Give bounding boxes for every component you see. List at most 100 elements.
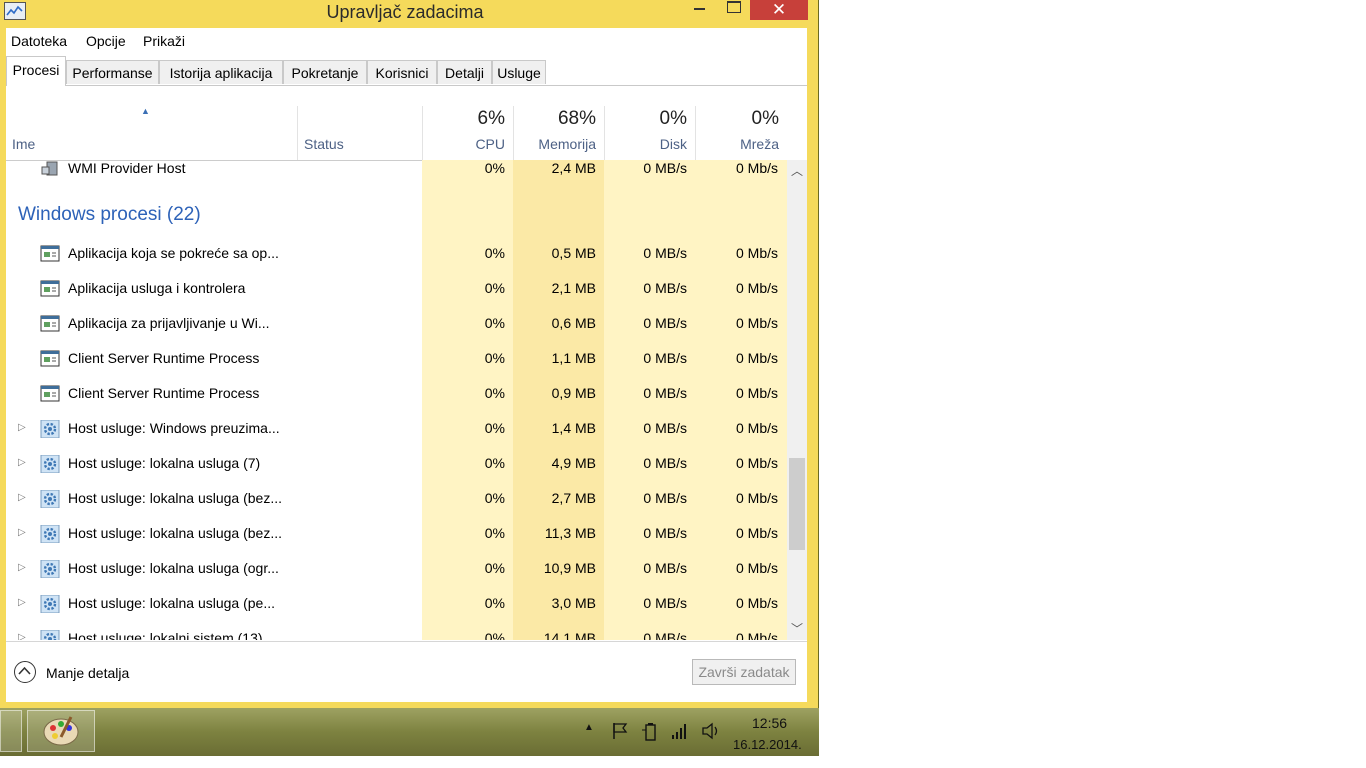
process-disk: 0 MB/s <box>643 385 687 401</box>
clock-date[interactable]: 16.12.2014. <box>733 737 802 752</box>
taskbar-paint-button[interactable] <box>27 710 95 752</box>
client-area: Datoteka Opcije Prikaži Procesi Performa… <box>6 28 807 702</box>
gear-icon <box>40 454 60 474</box>
process-disk: 0 MB/s <box>643 595 687 611</box>
process-disk: 0 MB/s <box>643 350 687 366</box>
process-network: 0 Mb/s <box>735 455 778 471</box>
vertical-scrollbar[interactable]: ︿ ﹀ <box>787 160 807 640</box>
close-button[interactable]: ✕ <box>750 0 808 20</box>
tab-app-history[interactable]: Istorija aplikacija <box>159 60 283 84</box>
process-memory: 2,7 MB <box>551 490 596 506</box>
end-task-button[interactable]: Završi zadatak <box>692 659 796 685</box>
maximize-button[interactable] <box>720 0 748 20</box>
process-network: 0 Mb/s <box>735 160 778 176</box>
process-network: 0 Mb/s <box>735 315 778 331</box>
process-memory: 0,9 MB <box>551 385 596 401</box>
taskbar-start-button[interactable] <box>0 710 22 752</box>
table-row[interactable]: WMI Provider Host 0% 2,4 MB 0 MB/s 0 Mb/… <box>6 160 787 187</box>
window-app-icon <box>40 280 60 298</box>
process-name: Host usluge: lokalna usluga (bez... <box>68 525 283 541</box>
tab-processes[interactable]: Procesi <box>6 56 66 86</box>
column-memory-label: Memorija <box>538 136 596 152</box>
process-name: Host usluge: Windows preuzima... <box>68 420 280 436</box>
process-name: Client Server Runtime Process <box>68 350 260 366</box>
tab-performance[interactable]: Performanse <box>66 60 159 84</box>
column-cpu[interactable]: 6% CPU <box>422 106 513 160</box>
process-cpu: 0% <box>484 280 505 296</box>
chevron-up-icon[interactable] <box>14 661 36 683</box>
gear-icon <box>40 629 60 640</box>
battery-icon[interactable] <box>641 722 659 745</box>
title-bar[interactable]: Upravljač zadacima ✕ <box>0 0 818 26</box>
process-cpu: 0% <box>484 560 505 576</box>
scroll-up-icon[interactable]: ︿ <box>791 162 803 179</box>
expand-arrow-icon[interactable]: ▷ <box>18 457 26 468</box>
table-row[interactable]: ▷ Host usluge: lokalna usluga (7) 0% 4,9 MB… <box>6 447 787 482</box>
show-hidden-icons-icon[interactable]: ▲ <box>584 722 594 733</box>
gear-icon <box>40 489 60 509</box>
process-name: Host usluge: lokalna usluga (pe... <box>68 595 276 611</box>
process-network: 0 Mb/s <box>735 420 778 436</box>
process-name: WMI Provider Host <box>68 160 186 176</box>
fewer-details-link[interactable]: Manje detalja <box>46 665 129 681</box>
table-row[interactable]: ▷ Host usluge: lokalni sistem (13) 0% 14,1 … <box>6 622 787 640</box>
expand-arrow-icon[interactable]: ▷ <box>18 632 26 640</box>
column-memory[interactable]: 68% Memorija <box>513 106 604 160</box>
window-app-icon <box>40 315 60 333</box>
column-status[interactable]: Status <box>297 106 422 160</box>
tab-services[interactable]: Usluge <box>492 60 546 84</box>
scrollbar-thumb[interactable] <box>789 458 805 550</box>
process-list: WMI Provider Host 0% 2,4 MB 0 MB/s 0 Mb/… <box>6 160 787 640</box>
minimize-button[interactable] <box>686 0 714 20</box>
wifi-signal-icon[interactable] <box>670 722 688 743</box>
process-memory: 2,4 MB <box>551 160 596 176</box>
column-network[interactable]: 0% Mreža <box>695 106 787 160</box>
process-network: 0 Mb/s <box>735 595 778 611</box>
group-header[interactable]: Windows procesi (22) <box>18 204 201 226</box>
clock-time[interactable]: 12:56 <box>752 715 787 731</box>
volume-icon[interactable] <box>701 722 721 743</box>
expand-arrow-icon[interactable]: ▷ <box>18 492 26 503</box>
tab-users[interactable]: Korisnici <box>367 60 437 84</box>
process-name: Client Server Runtime Process <box>68 385 260 401</box>
expand-arrow-icon[interactable]: ▷ <box>18 527 26 538</box>
table-row[interactable]: ▷ Host usluge: lokalna usluga (bez... 0% 11… <box>6 517 787 552</box>
action-center-flag-icon[interactable] <box>611 722 629 743</box>
minimize-icon <box>694 8 705 10</box>
tab-details[interactable]: Detalji <box>437 60 492 84</box>
process-memory: 11,3 MB <box>544 525 596 541</box>
table-row[interactable]: Client Server Runtime Process 0% 0,9 MB 0 M… <box>6 377 787 412</box>
gear-icon <box>40 419 60 439</box>
process-cpu: 0% <box>484 490 505 506</box>
table-row[interactable]: ▷ Host usluge: lokalna usluga (pe... 0% 3,0… <box>6 587 787 622</box>
process-cpu: 0% <box>484 420 505 436</box>
menu-options[interactable]: Opcije <box>86 33 126 49</box>
menu-bar: Datoteka Opcije Prikaži <box>6 28 807 54</box>
menu-view[interactable]: Prikaži <box>143 33 185 49</box>
table-row[interactable]: Aplikacija koja se pokreće sa op... 0% 0,5… <box>6 237 787 272</box>
table-row[interactable]: Aplikacija usluga i kontrolera 0% 2,1 MB 0 … <box>6 272 787 307</box>
tab-startup[interactable]: Pokretanje <box>283 60 367 84</box>
column-name[interactable]: Ime <box>6 106 297 160</box>
table-row[interactable]: ▷ Host usluge: lokalna usluga (bez... 0% 2,… <box>6 482 787 517</box>
expand-arrow-icon[interactable]: ▷ <box>18 562 26 573</box>
scroll-down-icon[interactable]: ﹀ <box>791 620 803 637</box>
process-cpu: 0% <box>484 160 505 176</box>
process-network: 0 Mb/s <box>735 560 778 576</box>
process-name: Host usluge: lokalna usluga (bez... <box>68 490 283 506</box>
process-network: 0 Mb/s <box>735 350 778 366</box>
column-name-label: Ime <box>12 136 36 152</box>
process-memory: 1,4 MB <box>551 420 596 436</box>
table-row[interactable]: Aplikacija za prijavljivanje u Wi... 0% 0,… <box>6 307 787 342</box>
column-disk[interactable]: 0% Disk <box>604 106 695 160</box>
process-name: Aplikacija za prijavljivanje u Wi... <box>68 315 270 331</box>
expand-arrow-icon[interactable]: ▷ <box>18 422 26 433</box>
process-memory: 3,0 MB <box>551 595 596 611</box>
expand-arrow-icon[interactable]: ▷ <box>18 597 26 608</box>
process-memory: 4,9 MB <box>551 455 596 471</box>
table-row[interactable]: ▷ Host usluge: Windows preuzima... 0% 1,4 M… <box>6 412 787 447</box>
table-row[interactable]: ▷ Host usluge: lokalna usluga (ogr... 0% 10… <box>6 552 787 587</box>
taskbar: ▲ 12:56 16.12.2014. <box>0 708 819 756</box>
table-row[interactable]: Client Server Runtime Process 0% 1,1 MB 0 M… <box>6 342 787 377</box>
menu-file[interactable]: Datoteka <box>11 33 67 49</box>
